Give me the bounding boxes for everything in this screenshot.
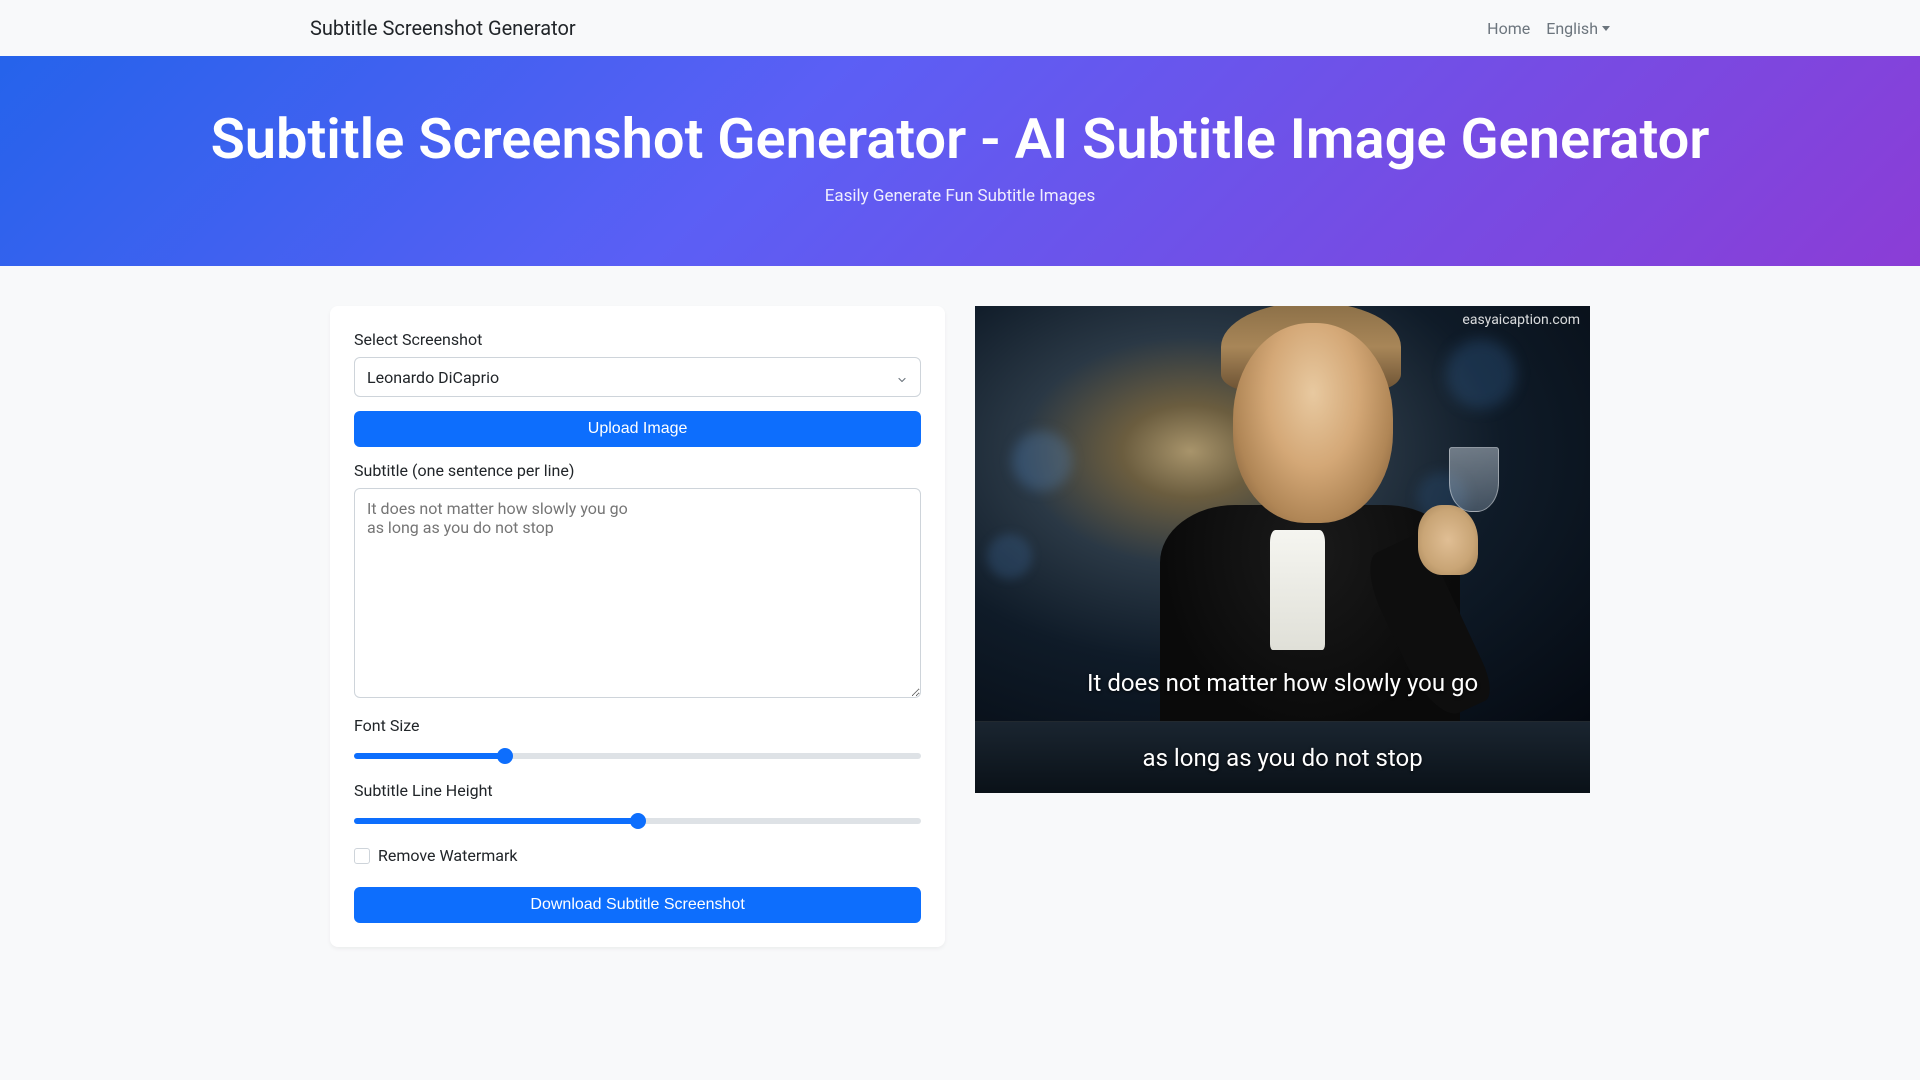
hero-banner: Subtitle Screenshot Generator - AI Subti…: [0, 56, 1920, 266]
remove-watermark-label: Remove Watermark: [378, 846, 518, 865]
figure-hand: [1418, 505, 1478, 575]
remove-watermark-checkbox[interactable]: [354, 848, 370, 864]
home-link[interactable]: Home: [1487, 19, 1530, 38]
brand-title[interactable]: Subtitle Screenshot Generator: [310, 16, 576, 40]
remove-watermark-row: Remove Watermark: [354, 846, 921, 865]
bokeh-light: [1446, 339, 1516, 409]
font-size-slider[interactable]: [354, 753, 921, 759]
bokeh-light: [987, 534, 1032, 579]
download-button[interactable]: Download Subtitle Screenshot: [354, 887, 921, 923]
line-height-slider[interactable]: [354, 818, 921, 824]
language-dropdown[interactable]: English: [1546, 19, 1610, 38]
hero-subtitle: Easily Generate Fun Subtitle Images: [0, 186, 1920, 206]
subtitle-line-2: as long as you do not stop: [1143, 744, 1423, 772]
line-height-group: Subtitle Line Height: [354, 781, 921, 828]
subtitle-line-1: It does not matter how slowly you go: [975, 669, 1590, 697]
screenshot-select[interactable]: Leonardo DiCaprio: [354, 357, 921, 397]
figure-head: [1233, 323, 1393, 523]
font-size-label: Font Size: [354, 716, 921, 735]
bokeh-light: [1012, 431, 1072, 491]
figure-glass: [1449, 447, 1499, 512]
hero-title: Subtitle Screenshot Generator - AI Subti…: [0, 106, 1920, 172]
select-value: Leonardo DiCaprio: [367, 368, 499, 387]
caret-down-icon: [1602, 26, 1610, 31]
preview-image: easyaicaption.com It does not matter how…: [975, 306, 1590, 721]
main-content: Select Screenshot Leonardo DiCaprio Uplo…: [0, 266, 1920, 987]
chevron-down-icon: [896, 371, 908, 383]
nav-right: Home English: [1487, 19, 1610, 38]
subtitle-strip: as long as you do not stop: [975, 721, 1590, 793]
upload-image-button[interactable]: Upload Image: [354, 411, 921, 447]
subtitle-textarea[interactable]: [354, 488, 921, 698]
figure-shirt: [1270, 530, 1325, 650]
line-height-label: Subtitle Line Height: [354, 781, 921, 800]
watermark-text: easyaicaption.com: [1462, 312, 1580, 328]
language-label: English: [1546, 19, 1598, 38]
preview-panel: easyaicaption.com It does not matter how…: [975, 306, 1590, 793]
subtitle-textarea-label: Subtitle (one sentence per line): [354, 461, 921, 480]
navbar: Subtitle Screenshot Generator Home Engli…: [0, 0, 1920, 56]
preview-frame: easyaicaption.com It does not matter how…: [975, 306, 1590, 793]
select-screenshot-label: Select Screenshot: [354, 330, 921, 349]
font-size-group: Font Size: [354, 716, 921, 763]
settings-panel: Select Screenshot Leonardo DiCaprio Uplo…: [330, 306, 945, 947]
